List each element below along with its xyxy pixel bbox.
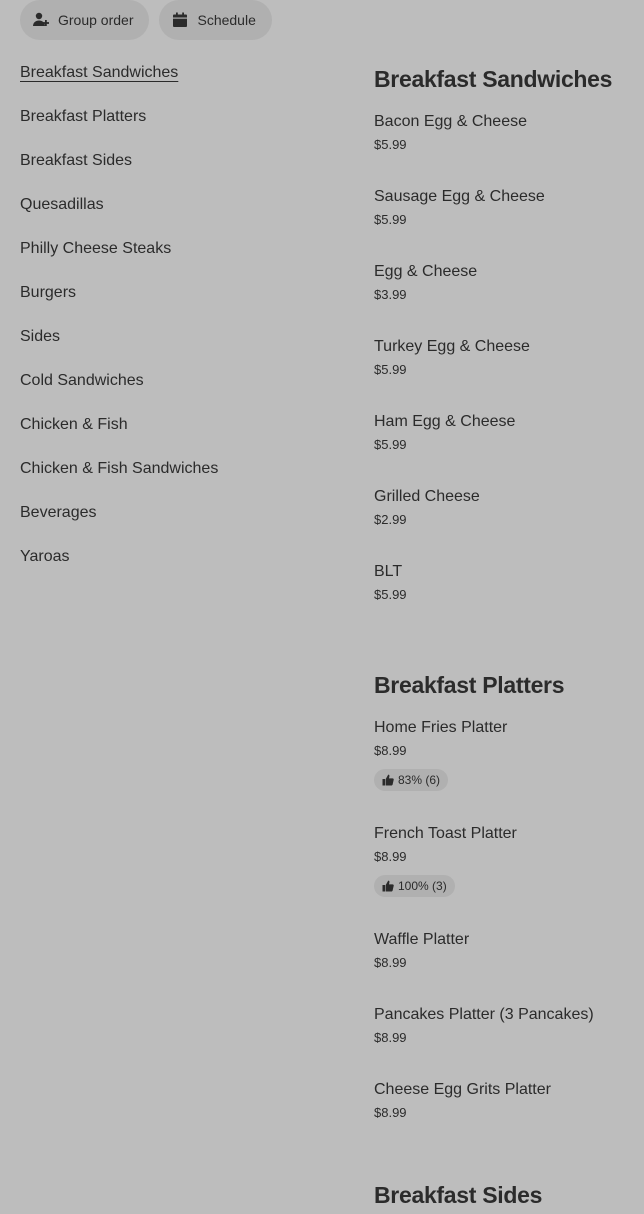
- nav-item-philly-cheese-steaks[interactable]: Philly Cheese Steaks: [20, 238, 320, 282]
- nav-item-chicken-fish[interactable]: Chicken & Fish: [20, 414, 320, 458]
- schedule-label: Schedule: [197, 12, 256, 28]
- menu-item[interactable]: Cheese Egg Grits Platter $8.99: [374, 1079, 634, 1122]
- item-price: $5.99: [374, 137, 407, 152]
- menu-item[interactable]: Bacon Egg & Cheese $5.99: [374, 111, 634, 154]
- nav-item-beverages[interactable]: Beverages: [20, 502, 320, 546]
- menu-item[interactable]: Grilled Cheese $2.99: [374, 486, 634, 529]
- item-name: Bacon Egg & Cheese: [374, 113, 527, 130]
- item-price: $2.99: [374, 512, 407, 527]
- rating-badge: 83% (6): [374, 769, 449, 791]
- menu-item[interactable]: BLT $5.99: [374, 561, 634, 604]
- thumbs-up-icon: [382, 880, 394, 892]
- menu-list: Breakfast Sandwiches Bacon Egg & Cheese …: [374, 64, 634, 1214]
- top-actions: Group order Schedule: [20, 0, 272, 40]
- item-name: BLT: [374, 563, 403, 580]
- item-price: $5.99: [374, 437, 407, 452]
- thumbs-up-icon: [382, 774, 394, 786]
- section-title: Breakfast Sides: [374, 1182, 543, 1208]
- schedule-button[interactable]: Schedule: [159, 0, 272, 40]
- calendar-icon: [171, 11, 189, 29]
- nav-item-chicken-fish-sandwiches[interactable]: Chicken & Fish Sandwiches: [20, 458, 320, 502]
- category-nav: Breakfast Sandwiches Breakfast Platters …: [20, 62, 320, 590]
- nav-item-yaroas[interactable]: Yaroas: [20, 546, 320, 590]
- rating-text: 100% (3): [398, 879, 447, 893]
- item-name: Turkey Egg & Cheese: [374, 338, 530, 355]
- item-name: Waffle Platter: [374, 931, 470, 948]
- menu-item[interactable]: Home Fries Platter $8.99 83% (6): [374, 717, 634, 791]
- section-title: Breakfast Platters: [374, 672, 565, 698]
- item-name: French Toast Platter: [374, 825, 517, 842]
- item-price: $8.99: [374, 1105, 407, 1120]
- group-order-label: Group order: [58, 12, 134, 28]
- item-name: Egg & Cheese: [374, 263, 478, 280]
- menu-item[interactable]: Ham Egg & Cheese $5.99: [374, 411, 634, 454]
- item-price: $8.99: [374, 1030, 407, 1045]
- menu-item[interactable]: Egg & Cheese $3.99: [374, 261, 634, 304]
- menu-item[interactable]: Pancakes Platter (3 Pancakes) $8.99: [374, 1004, 634, 1047]
- nav-item-burgers[interactable]: Burgers: [20, 282, 320, 326]
- menu-section: Breakfast Platters Home Fries Platter $8…: [374, 670, 634, 1122]
- menu-section: Breakfast Sandwiches Bacon Egg & Cheese …: [374, 64, 634, 604]
- item-price: $5.99: [374, 362, 407, 377]
- group-order-button[interactable]: Group order: [20, 0, 150, 40]
- menu-item[interactable]: Waffle Platter $8.99: [374, 929, 634, 972]
- item-name: Sausage Egg & Cheese: [374, 188, 545, 205]
- item-price: $5.99: [374, 587, 407, 602]
- menu-item[interactable]: Sausage Egg & Cheese $5.99: [374, 186, 634, 229]
- rating-text: 83% (6): [398, 773, 441, 787]
- item-price: $8.99: [374, 743, 407, 758]
- item-name: Pancakes Platter (3 Pancakes): [374, 1006, 594, 1023]
- nav-item-breakfast-sandwiches[interactable]: Breakfast Sandwiches: [20, 62, 320, 106]
- item-price: $8.99: [374, 955, 407, 970]
- menu-item[interactable]: French Toast Platter $8.99 100% (3): [374, 823, 634, 897]
- menu-section: Breakfast Sides: [374, 1180, 634, 1214]
- nav-item-sides[interactable]: Sides: [20, 326, 320, 370]
- menu-item[interactable]: Turkey Egg & Cheese $5.99: [374, 336, 634, 379]
- item-price: $8.99: [374, 849, 407, 864]
- item-name: Home Fries Platter: [374, 719, 508, 736]
- nav-item-breakfast-sides[interactable]: Breakfast Sides: [20, 150, 320, 194]
- rating-badge: 100% (3): [374, 875, 455, 897]
- nav-item-breakfast-platters[interactable]: Breakfast Platters: [20, 106, 320, 150]
- item-name: Ham Egg & Cheese: [374, 413, 516, 430]
- item-price: $3.99: [374, 287, 407, 302]
- item-name: Grilled Cheese: [374, 488, 480, 505]
- nav-item-cold-sandwiches[interactable]: Cold Sandwiches: [20, 370, 320, 414]
- add-person-icon: [32, 11, 50, 29]
- item-name: Cheese Egg Grits Platter: [374, 1081, 551, 1098]
- nav-item-quesadillas[interactable]: Quesadillas: [20, 194, 320, 238]
- section-title: Breakfast Sandwiches: [374, 66, 613, 92]
- item-price: $5.99: [374, 212, 407, 227]
